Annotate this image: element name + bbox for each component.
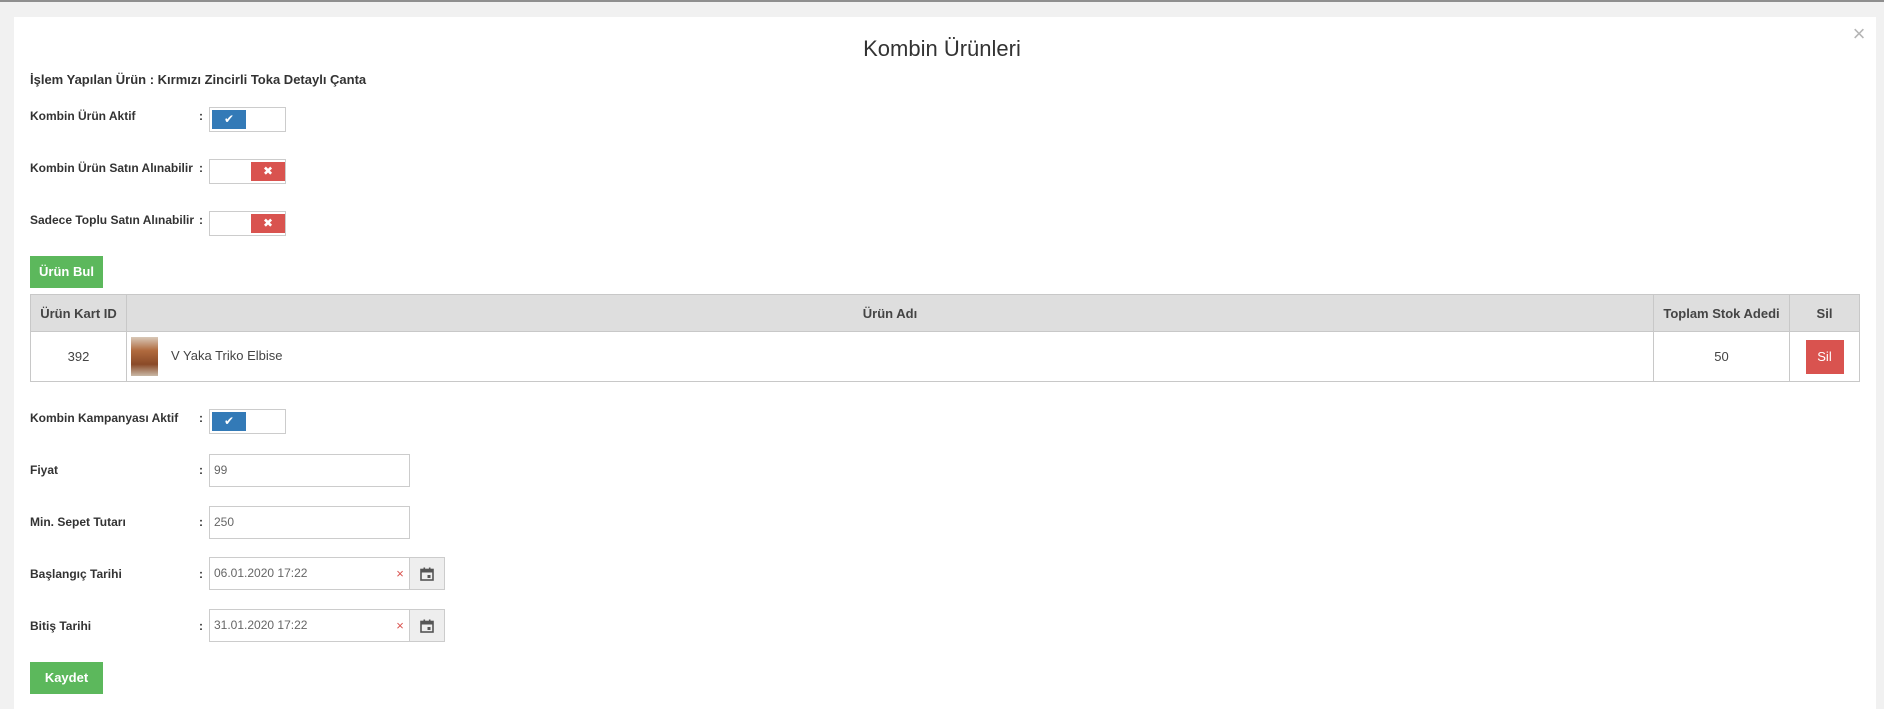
check-icon: ✔ <box>212 110 246 129</box>
baslangic-tarihi-picker: 06.01.2020 17:22 × <box>209 557 445 590</box>
product-name-cell: V Yaka Triko Elbise <box>126 331 1654 382</box>
colon: : <box>199 411 203 425</box>
bitis-tarihi-input[interactable]: 31.01.2020 17:22 <box>209 609 410 642</box>
sadece-toplu-satin-alinabilir-label: Sadece Toplu Satın Alınabilir <box>30 213 195 227</box>
colon: : <box>199 567 203 581</box>
subject-product-label: İşlem Yapılan Ürün : Kırmızı Zincirli To… <box>30 72 367 87</box>
colon: : <box>199 161 203 175</box>
check-icon: ✔ <box>212 412 246 431</box>
urun-bul-button[interactable]: Ürün Bul <box>30 256 103 288</box>
product-id-cell: 392 <box>30 331 127 382</box>
delete-cell: Sil <box>1789 331 1860 382</box>
column-header-stock[interactable]: Toplam Stok Adedi <box>1653 294 1790 332</box>
product-thumbnail[interactable] <box>131 337 158 376</box>
clear-icon[interactable]: × <box>392 557 408 590</box>
colon: : <box>199 109 203 123</box>
min-sepet-tutari-label: Min. Sepet Tutarı <box>30 515 126 529</box>
baslangic-tarihi-input[interactable]: 06.01.2020 17:22 <box>209 557 410 590</box>
product-name: V Yaka Triko Elbise <box>171 347 283 363</box>
stock-cell: 50 <box>1653 331 1790 382</box>
kaydet-button[interactable]: Kaydet <box>30 662 103 694</box>
cross-icon: ✖ <box>251 162 285 181</box>
fiyat-input[interactable]: 99 <box>209 454 410 487</box>
kombin-kampanyasi-aktif-toggle[interactable]: ✔ <box>209 409 286 434</box>
cross-icon: ✖ <box>251 214 285 233</box>
kombin-urun-satin-alinabilir-label: Kombin Ürün Satın Alınabilir <box>30 161 193 175</box>
calendar-icon[interactable] <box>409 557 445 590</box>
clear-icon[interactable]: × <box>392 609 408 642</box>
kombin-urun-aktif-label: Kombin Ürün Aktif <box>30 109 136 123</box>
kombin-urun-aktif-toggle[interactable]: ✔ <box>209 107 286 132</box>
top-border <box>0 0 1884 2</box>
column-header-delete: Sil <box>1789 294 1860 332</box>
min-sepet-tutari-input[interactable]: 250 <box>209 506 410 539</box>
colon: : <box>199 463 203 477</box>
bitis-tarihi-label: Bitiş Tarihi <box>30 619 92 633</box>
baslangic-tarihi-label: Başlangıç Tarihi <box>30 567 122 581</box>
kombin-products-table: Ürün Kart ID Ürün Adı Toplam Stok Adedi … <box>30 294 1860 382</box>
kombin-kampanyasi-aktif-label: Kombin Kampanyası Aktif <box>30 411 179 425</box>
table-header-row: Ürün Kart ID Ürün Adı Toplam Stok Adedi … <box>30 294 1860 332</box>
sadece-toplu-satin-alinabilir-toggle[interactable]: ✖ <box>209 211 286 236</box>
colon: : <box>199 213 203 227</box>
column-header-name[interactable]: Ürün Adı <box>126 294 1654 332</box>
colon: : <box>199 515 203 529</box>
colon: : <box>199 619 203 633</box>
modal-title: Kombin Ürünleri <box>863 36 1021 61</box>
calendar-icon[interactable] <box>409 609 445 642</box>
fiyat-label: Fiyat <box>30 463 59 477</box>
delete-button[interactable]: Sil <box>1805 339 1844 374</box>
kombin-urun-satin-alinabilir-toggle[interactable]: ✖ <box>209 159 286 184</box>
bitis-tarihi-picker: 31.01.2020 17:22 × <box>209 609 445 642</box>
table-row: 392 V Yaka Triko Elbise 50 Sil <box>30 331 1860 382</box>
column-header-id[interactable]: Ürün Kart ID <box>30 294 127 332</box>
